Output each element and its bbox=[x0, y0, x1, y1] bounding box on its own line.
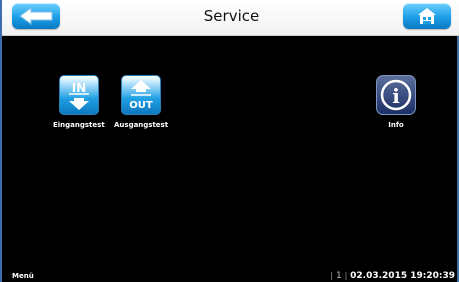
info-tile[interactable]: i Info bbox=[376, 75, 416, 129]
info-icon-glyph: i bbox=[392, 84, 400, 108]
page-title: Service bbox=[203, 7, 260, 25]
header-bar: Service bbox=[2, 0, 459, 36]
ausgangstest-tile[interactable]: OUT Ausgangstest bbox=[114, 75, 168, 129]
in-arrow-icon: IN bbox=[68, 81, 89, 110]
in-icon-text: IN bbox=[72, 81, 87, 95]
eingangstest-label: Eingangstest bbox=[53, 121, 105, 129]
date-time: 02.03.2015 19:20:39 bbox=[350, 271, 455, 281]
info-circle-icon: i bbox=[380, 79, 412, 111]
out-arrow-icon: OUT bbox=[129, 80, 153, 111]
out-icon-text: OUT bbox=[129, 100, 153, 111]
info-label: Info bbox=[388, 121, 404, 129]
input-test-icon: IN bbox=[58, 75, 99, 115]
ausgangstest-label: Ausgangstest bbox=[114, 121, 169, 129]
status-separator-right: | bbox=[344, 271, 348, 280]
page-number: 1 bbox=[335, 271, 342, 281]
home-button[interactable] bbox=[403, 3, 451, 29]
screen-frame: Service IN Eingangstest OUT Ausgangstest… bbox=[0, 0, 459, 282]
status-bar: Menü | 1 | 02.03.2015 19:20:39 bbox=[2, 266, 457, 282]
status-separator-left: | bbox=[330, 271, 334, 280]
eingangstest-tile[interactable]: IN Eingangstest bbox=[53, 75, 105, 129]
menu-button[interactable]: Menü bbox=[12, 272, 34, 280]
output-test-icon: OUT bbox=[121, 75, 162, 115]
info-icon: i bbox=[376, 75, 416, 115]
status-right: | 1 | 02.03.2015 19:20:39 bbox=[330, 271, 455, 281]
home-icon bbox=[418, 8, 436, 24]
